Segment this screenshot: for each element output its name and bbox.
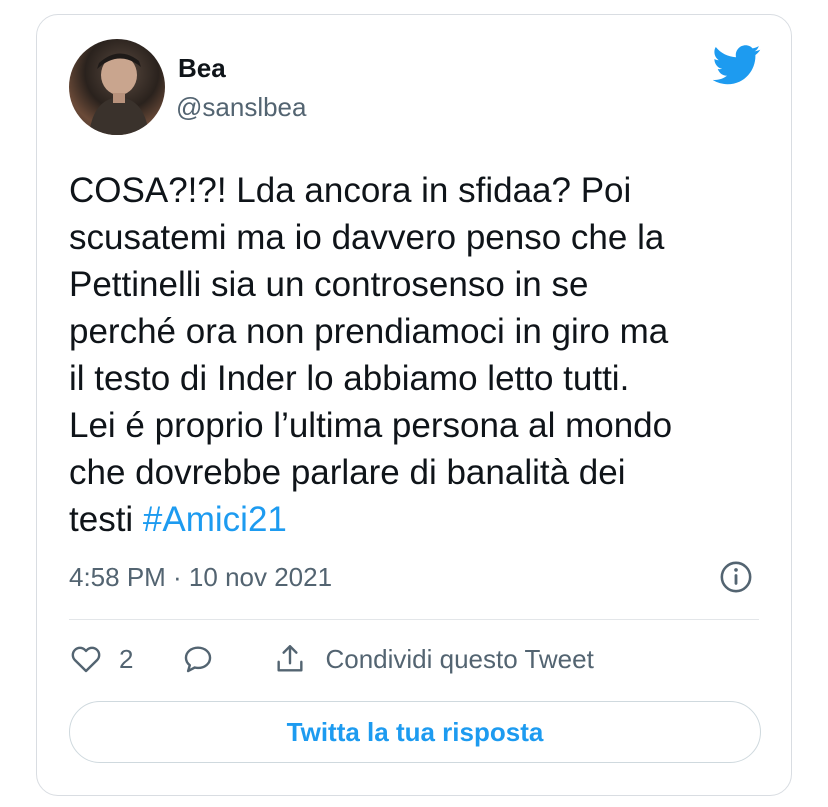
share-label: Condividi questo Tweet [325, 643, 594, 674]
tweet-body: COSA?!?! Lda ancora in sfidaa? Poi scusa… [69, 171, 673, 539]
like-button[interactable]: 2 [69, 642, 181, 676]
author-display-name[interactable]: Bea [178, 53, 226, 84]
avatar-photo [89, 53, 149, 135]
reply-button[interactable] [181, 642, 215, 676]
avatar[interactable] [69, 39, 165, 135]
share-button[interactable]: Condividi questo Tweet [273, 642, 594, 676]
reply-tweet-button[interactable]: Twitta la tua risposta [69, 701, 761, 763]
tweet-timestamp[interactable]: 4:58 PM · 10 nov 2021 [69, 562, 332, 593]
info-icon[interactable] [719, 560, 753, 594]
hashtag-link[interactable]: #Amici21 [143, 500, 287, 539]
tweet-text: COSA?!?! Lda ancora in sfidaa? Poi scusa… [69, 167, 769, 543]
divider [69, 619, 759, 620]
share-upload-icon [277, 645, 304, 672]
action-bar: 2 Condividi questo Tweet [69, 637, 594, 681]
heart-icon [71, 646, 101, 673]
speech-bubble-icon [185, 646, 212, 673]
like-count: 2 [119, 643, 134, 674]
twitter-bird-icon[interactable] [713, 45, 761, 85]
tweet-card: Bea @sanslbea COSA?!?! Lda ancora in sfi… [36, 14, 792, 796]
author-handle[interactable]: @sanslbea [176, 92, 306, 123]
